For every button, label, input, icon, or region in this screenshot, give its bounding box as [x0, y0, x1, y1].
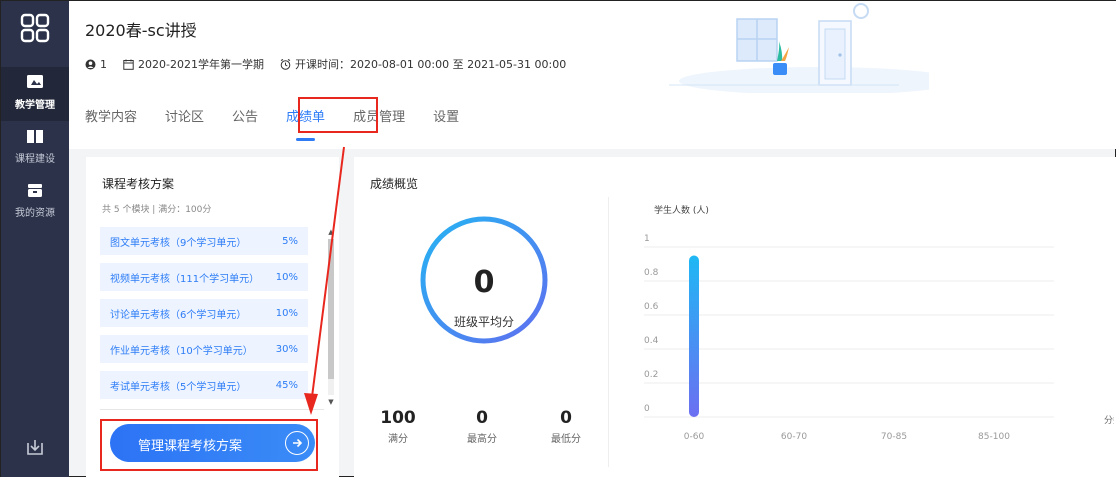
plan-item[interactable]: 讨论单元考核（6个学习单元） 10%: [100, 299, 308, 327]
plan-item[interactable]: 视频单元考核（111个学习单元） 10%: [100, 263, 308, 291]
x-tick-label: 70-85: [881, 432, 907, 442]
x-axis-label: 分数: [1104, 414, 1114, 426]
tab-highlight-box: [298, 97, 378, 133]
sidebar-item-label: 教学管理: [15, 100, 55, 111]
chart-bar: [689, 255, 699, 417]
scroll-thumb[interactable]: [328, 239, 334, 379]
chart-y-label: 学生人数 (人): [654, 206, 709, 216]
plan-scrollbar[interactable]: ▲ ▼: [326, 227, 336, 407]
clock-icon: [280, 58, 291, 70]
stat-highest-score: 0 最高分: [467, 408, 497, 445]
y-tick-label: 1: [644, 234, 650, 244]
plan-subtitle: 共 5 个模块 | 满分：100分: [102, 205, 212, 215]
tab-discussion[interactable]: 讨论区: [165, 101, 204, 135]
page-title: 2020春-sc讲授: [85, 21, 197, 40]
user-icon: [85, 59, 96, 69]
member-count: 1: [85, 58, 107, 71]
y-tick-label: 0.6: [644, 302, 659, 312]
app-window: 教学管理 课程建设 我的资源 2020春-sc讲授 1 2020-2021学年第…: [0, 0, 1116, 477]
course-meta: 1 2020-2021学年第一学期 开课时间：2020-08-01 00:00 …: [85, 56, 582, 72]
x-tick-label: 0-60: [684, 432, 705, 442]
tab-settings[interactable]: 设置: [433, 101, 459, 135]
tab-announcement[interactable]: 公告: [232, 101, 258, 135]
teaching-icon: [27, 75, 43, 88]
scroll-down-icon[interactable]: ▼: [326, 397, 336, 407]
x-tick-label: 85-100: [978, 432, 1010, 442]
score-distribution-chart: 0 0.2 0.4 0.6 0.8 1 0-60 60-70 70-85 85-100 分数: [644, 234, 1114, 442]
plan-item[interactable]: 作业单元考核（10个学习单元） 30%: [100, 335, 308, 363]
book-icon: [27, 130, 43, 143]
sidebar: 教学管理 课程建设 我的资源: [1, 1, 69, 477]
overview-title: 成绩概览: [370, 177, 419, 191]
sidebar-item-resources[interactable]: 我的资源: [1, 175, 69, 229]
stat-lowest-score: 0 最低分: [551, 408, 581, 445]
average-score-value: 0: [473, 265, 495, 300]
sidebar-item-teaching[interactable]: 教学管理: [1, 67, 69, 121]
sidebar-item-course-build[interactable]: 课程建设: [1, 121, 69, 175]
y-tick-label: 0.8: [644, 268, 659, 278]
sidebar-item-label: 课程建设: [15, 154, 55, 165]
y-tick-label: 0.4: [644, 336, 659, 346]
plan-list: 图文单元考核（9个学习单元） 5% 视频单元考核（111个学习单元） 10% 讨…: [100, 227, 322, 407]
x-tick-label: 60-70: [781, 432, 807, 442]
scroll-up-icon[interactable]: ▲: [326, 227, 336, 237]
stat-full-score: 100 满分: [380, 408, 416, 445]
plan-item[interactable]: 考试单元考核（5个学习单元） 45%: [100, 371, 308, 399]
y-tick-label: 0: [644, 404, 650, 414]
download-icon[interactable]: [25, 437, 45, 457]
plan-title: 课程考核方案: [102, 177, 175, 191]
y-tick-label: 0.2: [644, 370, 658, 380]
calendar-icon: [123, 59, 134, 70]
sidebar-item-label: 我的资源: [15, 208, 55, 219]
header-illustration: [669, 3, 929, 93]
course-header: 2020春-sc讲授 1 2020-2021学年第一学期 开课时间：2020-0…: [69, 1, 1116, 149]
divider: [100, 409, 324, 410]
resource-icon: [28, 184, 42, 197]
plan-item[interactable]: 图文单元考核（9个学习单元） 5%: [100, 227, 308, 255]
button-highlight-box: [100, 419, 318, 471]
average-score-label: 班级平均分: [453, 315, 514, 329]
tab-bar: 教学内容 讨论区 公告 成绩单 成员管理 设置: [85, 101, 487, 141]
course-time: 开课时间：2020-08-01 00:00 至 2021-05-31 00:00: [280, 56, 566, 72]
logo-icon: [20, 13, 50, 43]
divider: [608, 197, 609, 467]
grade-overview-panel: 成绩概览 0 班级平均分 100 满分 0 最高分 0 最低分 学生人数 (人): [354, 157, 1116, 477]
tab-teaching-content[interactable]: 教学内容: [85, 101, 137, 135]
term-info: 2020-2021学年第一学期: [123, 56, 264, 72]
